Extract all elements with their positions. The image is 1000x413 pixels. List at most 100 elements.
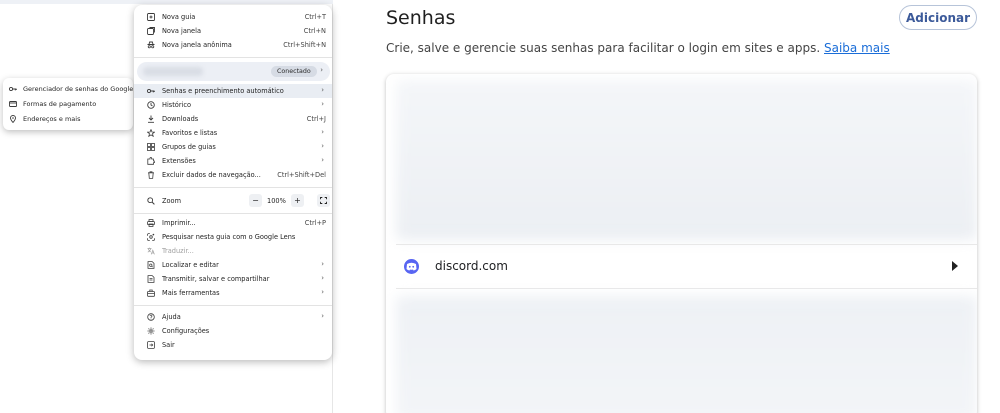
menu-item-label: Senhas e preenchimento automático xyxy=(162,87,284,95)
zoom-icon xyxy=(146,196,155,205)
menu-item-bookmarks[interactable]: Favoritos e listas › xyxy=(134,126,332,140)
menu-item-help[interactable]: Ajuda › xyxy=(134,310,332,324)
chevron-right-icon: › xyxy=(321,312,324,320)
chevron-right-icon: › xyxy=(321,128,324,136)
menu-item-label: Downloads xyxy=(162,115,199,123)
new-window-icon xyxy=(146,26,155,35)
shortcut-label: Ctrl+T xyxy=(304,13,326,21)
menu-item-incognito[interactable]: Nova janela anônima Ctrl+Shift+N xyxy=(134,38,332,52)
submenu-item-payment-methods[interactable]: Formas de pagamento xyxy=(3,97,133,111)
menu-item-extensions[interactable]: Extensões › xyxy=(134,154,332,168)
menu-item-downloads[interactable]: Downloads Ctrl+J xyxy=(134,112,332,126)
trash-icon xyxy=(146,170,155,179)
new-tab-icon xyxy=(146,12,155,21)
chevron-right-icon: › xyxy=(321,142,324,150)
menu-item-translate: Traduzir... xyxy=(134,244,332,258)
menu-item-label: Configurações xyxy=(162,327,210,335)
key-icon xyxy=(9,85,17,93)
submenu-item-label: Endereços e mais xyxy=(23,115,81,123)
menu-item-exit[interactable]: Sair xyxy=(134,338,332,352)
menu-item-settings[interactable]: Configurações xyxy=(134,324,332,338)
screen: Senhas Adicionar Crie, salve e gerencie … xyxy=(0,0,1000,413)
shortcut-label: Ctrl+P xyxy=(304,219,326,227)
menu-item-label: Localizar e editar xyxy=(162,261,219,269)
menu-item-tab-groups[interactable]: Grupos de guias › xyxy=(134,140,332,154)
menu-item-label: Pesquisar nesta guia com o Google Lens xyxy=(162,233,296,241)
chevron-right-icon: › xyxy=(321,100,324,108)
chevron-right-icon xyxy=(952,261,958,271)
menu-item-history[interactable]: Histórico › xyxy=(134,98,332,112)
blurred-entries-bottom xyxy=(396,296,977,413)
tab-groups-icon xyxy=(146,142,155,151)
menu-item-label: Ajuda xyxy=(162,313,181,321)
settings-icon xyxy=(146,326,155,335)
menu-item-google-lens[interactable]: Pesquisar nesta guia com o Google Lens xyxy=(134,230,332,244)
site-name: discord.com xyxy=(435,259,508,273)
menu-item-print[interactable]: Imprimir... Ctrl+P xyxy=(134,216,332,230)
shortcut-label: Ctrl+Shift+Del xyxy=(277,171,326,179)
chevron-right-icon: › xyxy=(320,66,323,74)
extension-icon xyxy=(146,156,155,165)
menu-item-more-tools[interactable]: Mais ferramentas › xyxy=(134,286,332,300)
passwords-list-card: discord.com xyxy=(386,74,977,413)
learn-more-link[interactable]: Saiba mais xyxy=(824,41,890,55)
menu-item-label: Imprimir... xyxy=(162,219,196,227)
menu-item-label: Extensões xyxy=(162,157,196,165)
fullscreen-button[interactable] xyxy=(317,194,330,207)
row-divider xyxy=(396,288,977,289)
page-description: Crie, salve e gerencie suas senhas para … xyxy=(386,41,890,55)
blurred-entries-top xyxy=(396,80,977,240)
browser-menu: Nova guia Ctrl+T Nova janela Ctrl+N Nova… xyxy=(134,5,332,360)
zoom-level: 100% xyxy=(267,197,286,205)
chevron-right-icon: › xyxy=(321,156,324,164)
page-title: Senhas xyxy=(386,7,456,29)
key-icon xyxy=(146,86,155,95)
help-icon xyxy=(146,312,155,321)
card-icon xyxy=(9,100,17,108)
description-text: Crie, salve e gerencie suas senhas para … xyxy=(386,41,821,55)
discord-icon xyxy=(404,259,419,274)
shortcut-label: Ctrl+J xyxy=(306,115,326,123)
zoom-label: Zoom xyxy=(162,197,182,205)
translate-icon xyxy=(146,246,155,255)
fullscreen-icon xyxy=(320,197,327,204)
chevron-right-icon: › xyxy=(321,260,324,268)
menu-separator xyxy=(134,187,332,188)
menu-item-label: Mais ferramentas xyxy=(162,289,220,297)
download-icon xyxy=(146,114,155,123)
toolbox-icon xyxy=(146,288,155,297)
profile-row[interactable]: Conectado › xyxy=(137,62,330,81)
cast-icon xyxy=(146,274,155,283)
menu-item-new-window[interactable]: Nova janela Ctrl+N xyxy=(134,24,332,38)
menu-item-cast-save-share[interactable]: Transmitir, salvar e compartilhar › xyxy=(134,272,332,286)
chevron-right-icon: › xyxy=(321,86,324,94)
menu-item-label: Transmitir, salvar e compartilhar xyxy=(162,275,270,283)
print-icon xyxy=(146,218,155,227)
find-icon xyxy=(146,260,155,269)
star-icon xyxy=(146,128,155,137)
zoom-label-row: Zoom xyxy=(134,194,234,208)
menu-item-label: Nova janela anônima xyxy=(162,41,232,49)
incognito-icon xyxy=(146,40,155,49)
menu-item-label: Excluir dados de navegação... xyxy=(162,171,261,179)
menu-item-label: Histórico xyxy=(162,101,192,109)
submenu-item-label: Gerenciador de senhas do Google xyxy=(23,85,134,93)
shortcut-label: Ctrl+N xyxy=(303,27,326,35)
chevron-right-icon: › xyxy=(321,288,324,296)
add-button[interactable]: Adicionar xyxy=(899,5,977,30)
exit-icon xyxy=(146,340,155,349)
zoom-in-button[interactable]: + xyxy=(291,194,304,207)
menu-item-passwords-autofill[interactable]: Senhas e preenchimento automático › xyxy=(134,84,332,98)
menu-item-find-edit[interactable]: Localizar e editar › xyxy=(134,258,332,272)
menu-item-label: Traduzir... xyxy=(162,247,194,255)
menu-item-clear-data[interactable]: Excluir dados de navegação... Ctrl+Shift… xyxy=(134,168,332,182)
top-strip xyxy=(0,0,333,4)
submenu-item-addresses[interactable]: Endereços e mais xyxy=(3,112,133,126)
autofill-submenu: Gerenciador de senhas do Google Formas d… xyxy=(3,78,133,130)
chevron-right-icon: › xyxy=(321,274,324,282)
password-entry-discord[interactable]: discord.com xyxy=(386,245,977,289)
menu-item-label: Favoritos e listas xyxy=(162,129,218,137)
zoom-out-button[interactable]: − xyxy=(249,194,262,207)
menu-item-new-tab[interactable]: Nova guia Ctrl+T xyxy=(134,10,332,24)
submenu-item-password-manager[interactable]: Gerenciador de senhas do Google xyxy=(3,82,133,96)
